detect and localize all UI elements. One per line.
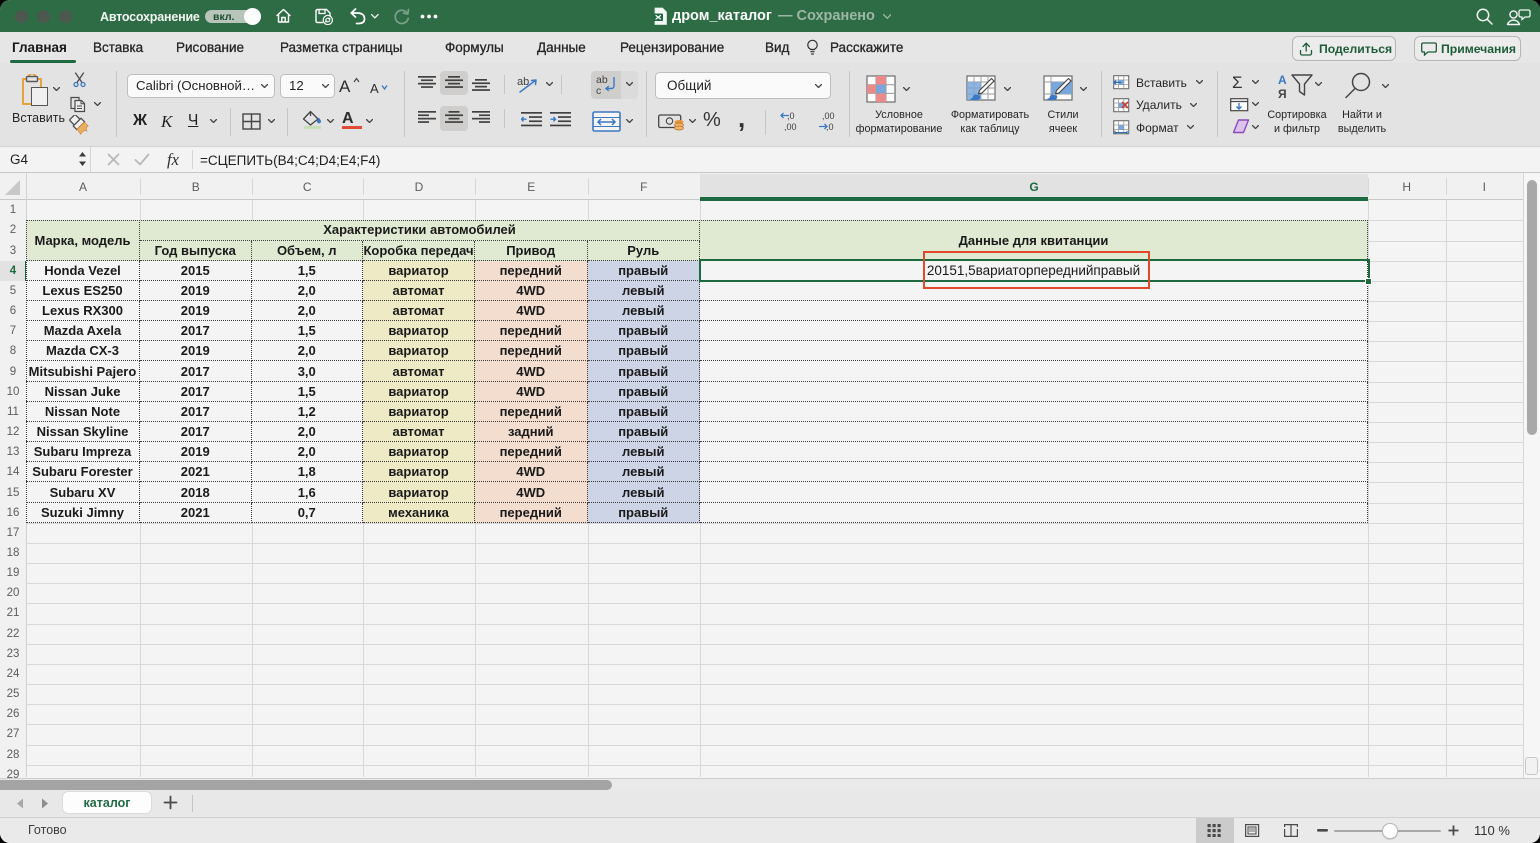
svg-text:Я: Я [1278, 87, 1287, 100]
svg-text:c: c [596, 85, 601, 95]
svg-text:А: А [1278, 73, 1287, 87]
